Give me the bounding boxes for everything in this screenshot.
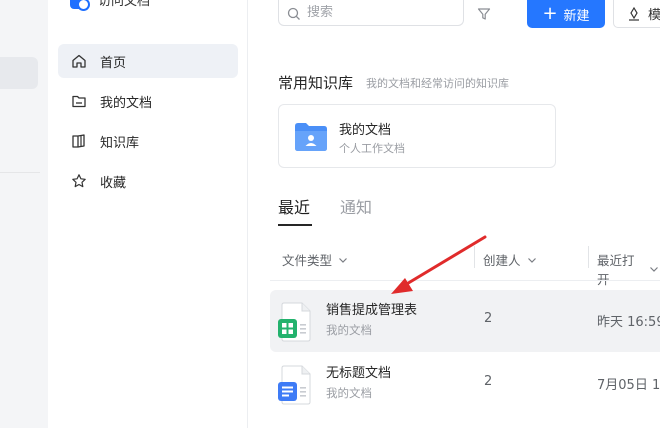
- template-button-label: 模: [648, 8, 660, 23]
- template-icon: [626, 6, 642, 22]
- file-last-opened: 7月05日 1: [597, 378, 660, 393]
- folder-icon: [295, 123, 327, 151]
- column-header-label: 最近打开: [597, 253, 635, 287]
- column-header-recent[interactable]: 最近打开: [597, 250, 660, 288]
- chevron-down-icon: [337, 254, 349, 266]
- file-location: 我的文档: [326, 323, 372, 337]
- kb-card-my-docs[interactable]: 我的文档 个人工作文档: [278, 104, 556, 168]
- document-file-icon: [278, 365, 312, 405]
- brand-logo-icon: [70, 0, 90, 11]
- sidebar-item-home[interactable]: 首页: [58, 44, 238, 78]
- column-divider[interactable]: [474, 246, 475, 268]
- new-button-label: 新建: [563, 8, 590, 24]
- filter-icon[interactable]: [477, 6, 491, 20]
- sidebar-item-knowledge-base[interactable]: 知识库: [58, 124, 238, 158]
- file-name[interactable]: 无标题文档: [326, 362, 391, 381]
- file-creator: 2: [484, 311, 493, 326]
- column-divider[interactable]: [588, 246, 589, 268]
- table-row[interactable]: 无标题文档 我的文档 2 7月05日 1: [270, 353, 660, 415]
- file-name[interactable]: 销售提成管理表: [326, 299, 417, 318]
- star-icon: [70, 172, 88, 190]
- table-row[interactable]: 销售提成管理表 我的文档 2 昨天 16:59: [270, 290, 660, 352]
- spreadsheet-file-icon: [278, 302, 312, 342]
- sidebar-item-label: 首页: [100, 55, 127, 71]
- file-creator: 2: [484, 374, 493, 389]
- book-icon: [70, 132, 88, 150]
- sidebar-item-label: 我的文档: [100, 95, 153, 111]
- file-last-opened: 昨天 16:59: [597, 315, 660, 330]
- app-rail: [0, 0, 48, 428]
- new-button[interactable]: + 新建: [527, 0, 605, 28]
- table-header-divider: [270, 280, 660, 281]
- search-input[interactable]: [307, 5, 477, 20]
- rail-divider: [0, 172, 40, 173]
- brand: 访问文档: [70, 0, 151, 11]
- active-tab-indicator: [278, 224, 312, 226]
- sidebar-item-label: 收藏: [100, 175, 127, 191]
- kb-card-desc: 个人工作文档: [339, 142, 405, 155]
- template-button[interactable]: 模: [613, 0, 660, 28]
- chevron-down-icon: [648, 263, 660, 275]
- plus-icon: +: [542, 3, 558, 24]
- column-header-label: 创建人: [483, 253, 521, 268]
- common-kb-subtitle: 我的文档和经常访问的知识库: [366, 77, 509, 90]
- kb-card-title: 我的文档: [339, 123, 392, 138]
- tab-notifications[interactable]: 通知: [340, 194, 372, 218]
- sidebar-nav: 访问文档 首页 我的文档 知识库 收藏: [48, 0, 248, 428]
- sidebar-item-label: 知识库: [100, 135, 140, 151]
- column-header-creator[interactable]: 创建人: [483, 250, 538, 269]
- rail-selected-item[interactable]: [0, 57, 38, 89]
- column-header-label: 文件类型: [282, 253, 333, 268]
- folder-icon: [70, 92, 88, 110]
- tab-recent[interactable]: 最近: [278, 194, 310, 218]
- brand-text: 访问文档: [98, 0, 151, 9]
- common-kb-title: 常用知识库: [278, 74, 354, 92]
- sidebar-item-my-docs[interactable]: 我的文档: [58, 84, 238, 118]
- file-location: 我的文档: [326, 386, 372, 400]
- column-header-type[interactable]: 文件类型: [282, 250, 349, 269]
- search-icon: [287, 6, 301, 20]
- home-icon: [70, 52, 88, 70]
- sidebar-item-favorites[interactable]: 收藏: [58, 164, 238, 198]
- chevron-down-icon: [526, 254, 538, 266]
- search-box[interactable]: [278, 0, 491, 26]
